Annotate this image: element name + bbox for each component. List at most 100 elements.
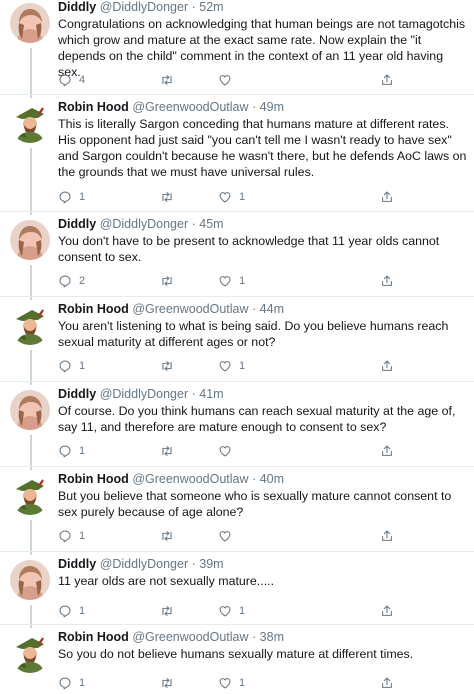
- author-handle[interactable]: @GreenwoodOutlaw: [132, 100, 248, 114]
- like-button[interactable]: [218, 443, 239, 459]
- tweet[interactable]: Robin Hood @GreenwoodOutlaw · 40m But yo…: [0, 472, 474, 557]
- author-name[interactable]: Robin Hood: [58, 630, 129, 644]
- tweet-timestamp[interactable]: 49m: [260, 100, 284, 114]
- share-button[interactable]: [380, 273, 394, 289]
- like-icon: [218, 676, 232, 690]
- tweet-actions: 1 1: [58, 358, 458, 374]
- like-icon: [218, 444, 232, 458]
- tweet-timestamp[interactable]: 45m: [199, 217, 223, 231]
- reply-icon: [58, 529, 72, 543]
- share-button[interactable]: [380, 443, 394, 459]
- like-button[interactable]: 1: [218, 273, 245, 289]
- tweet-header: Diddly @DiddlyDonger · 52m: [58, 0, 466, 15]
- author-name[interactable]: Diddly: [58, 557, 96, 571]
- share-button[interactable]: [380, 358, 394, 374]
- like-count: 1: [239, 605, 246, 617]
- like-button[interactable]: 1: [218, 358, 245, 374]
- tweet-actions: 1 1: [58, 675, 458, 691]
- share-button[interactable]: [380, 675, 394, 691]
- tweet-actions: 1 1: [58, 189, 458, 205]
- tweet-timestamp[interactable]: 40m: [260, 472, 284, 486]
- tweet-header: Diddly @DiddlyDonger · 45m: [58, 217, 466, 232]
- robin-hood-avatar[interactable]: [10, 103, 50, 143]
- author-handle[interactable]: @GreenwoodOutlaw: [132, 472, 248, 486]
- reply-count: 1: [79, 191, 86, 203]
- author-handle[interactable]: @DiddlyDonger: [100, 557, 188, 571]
- share-button[interactable]: [380, 72, 394, 88]
- robin-hood-avatar[interactable]: [10, 633, 50, 673]
- tweet[interactable]: Diddly @DiddlyDonger · 52m Congratulatio…: [0, 0, 474, 100]
- author-name[interactable]: Diddly: [58, 0, 96, 14]
- tweet-text: You aren't listening to what is being sa…: [58, 319, 449, 349]
- diddly-avatar[interactable]: [10, 220, 50, 260]
- reply-button[interactable]: 4: [58, 72, 85, 88]
- tweet-timestamp[interactable]: 38m: [260, 630, 284, 644]
- retweet-button[interactable]: [160, 189, 181, 205]
- author-name[interactable]: Diddly: [58, 387, 96, 401]
- share-button[interactable]: [380, 189, 394, 205]
- tweet-timestamp[interactable]: 52m: [199, 0, 223, 14]
- retweet-button[interactable]: [160, 603, 181, 619]
- tweet[interactable]: Diddly @DiddlyDonger · 41m Of course. Do…: [0, 387, 474, 472]
- tweet[interactable]: Robin Hood @GreenwoodOutlaw · 38m So you…: [0, 630, 474, 694]
- retweet-button[interactable]: [160, 273, 181, 289]
- tweet-text: This is literally Sargon conceding that …: [58, 117, 467, 179]
- reply-icon: [58, 359, 72, 373]
- robin-hood-avatar[interactable]: [10, 475, 50, 515]
- like-count: 1: [239, 360, 246, 372]
- share-button[interactable]: [380, 528, 394, 544]
- like-icon: [218, 529, 232, 543]
- robin-hood-avatar[interactable]: [10, 305, 50, 345]
- author-name[interactable]: Robin Hood: [58, 302, 129, 316]
- reply-button[interactable]: 1: [58, 603, 85, 619]
- retweet-button[interactable]: [160, 528, 181, 544]
- tweet-text: You don't have to be present to acknowle…: [58, 234, 440, 264]
- reply-button[interactable]: 1: [58, 675, 85, 691]
- tweet[interactable]: Diddly @DiddlyDonger · 39m 11 year olds …: [0, 557, 474, 630]
- tweet[interactable]: Diddly @DiddlyDonger · 45m You don't hav…: [0, 217, 474, 302]
- reply-count: 4: [79, 74, 86, 86]
- diddly-avatar[interactable]: [10, 390, 50, 430]
- reply-button[interactable]: 1: [58, 443, 85, 459]
- tweet-timestamp[interactable]: 44m: [260, 302, 284, 316]
- reply-button[interactable]: 1: [58, 528, 85, 544]
- tweet-header: Diddly @DiddlyDonger · 41m: [58, 387, 466, 402]
- tweet[interactable]: Robin Hood @GreenwoodOutlaw · 49m This i…: [0, 100, 474, 217]
- retweet-button[interactable]: [160, 443, 181, 459]
- reply-button[interactable]: 2: [58, 273, 85, 289]
- retweet-button[interactable]: [160, 358, 181, 374]
- like-button[interactable]: 1: [218, 603, 245, 619]
- retweet-button[interactable]: [160, 72, 181, 88]
- separator-dot: ·: [252, 302, 257, 316]
- retweet-icon: [160, 274, 174, 288]
- reply-button[interactable]: 1: [58, 358, 85, 374]
- tweet-timestamp[interactable]: 39m: [199, 557, 223, 571]
- reply-button[interactable]: 1: [58, 189, 85, 205]
- share-icon: [380, 529, 394, 543]
- like-button[interactable]: [218, 528, 239, 544]
- diddly-avatar[interactable]: [10, 3, 50, 43]
- share-icon: [380, 274, 394, 288]
- reply-count: 1: [79, 677, 86, 689]
- author-name[interactable]: Robin Hood: [58, 100, 129, 114]
- retweet-button[interactable]: [160, 675, 181, 691]
- author-handle[interactable]: @GreenwoodOutlaw: [132, 630, 248, 644]
- like-button[interactable]: 1: [218, 189, 245, 205]
- author-handle[interactable]: @DiddlyDonger: [100, 0, 188, 14]
- author-handle[interactable]: @DiddlyDonger: [100, 217, 188, 231]
- author-name[interactable]: Robin Hood: [58, 472, 129, 486]
- tweet[interactable]: Robin Hood @GreenwoodOutlaw · 44m You ar…: [0, 302, 474, 387]
- tweet-text: Congratulations on acknowledging that hu…: [58, 17, 466, 79]
- author-handle[interactable]: @GreenwoodOutlaw: [132, 302, 248, 316]
- tweet-timestamp[interactable]: 41m: [199, 387, 223, 401]
- like-button[interactable]: [218, 72, 239, 88]
- share-button[interactable]: [380, 603, 394, 619]
- diddly-avatar[interactable]: [10, 560, 50, 600]
- like-button[interactable]: 1: [218, 675, 245, 691]
- author-name[interactable]: Diddly: [58, 217, 96, 231]
- author-handle[interactable]: @DiddlyDonger: [100, 387, 188, 401]
- tweet-divider: [0, 296, 474, 297]
- tweet-actions: 2 1: [58, 273, 458, 289]
- reply-count: 1: [79, 530, 86, 542]
- tweet-text: Of course. Do you think humans can reach…: [58, 404, 456, 434]
